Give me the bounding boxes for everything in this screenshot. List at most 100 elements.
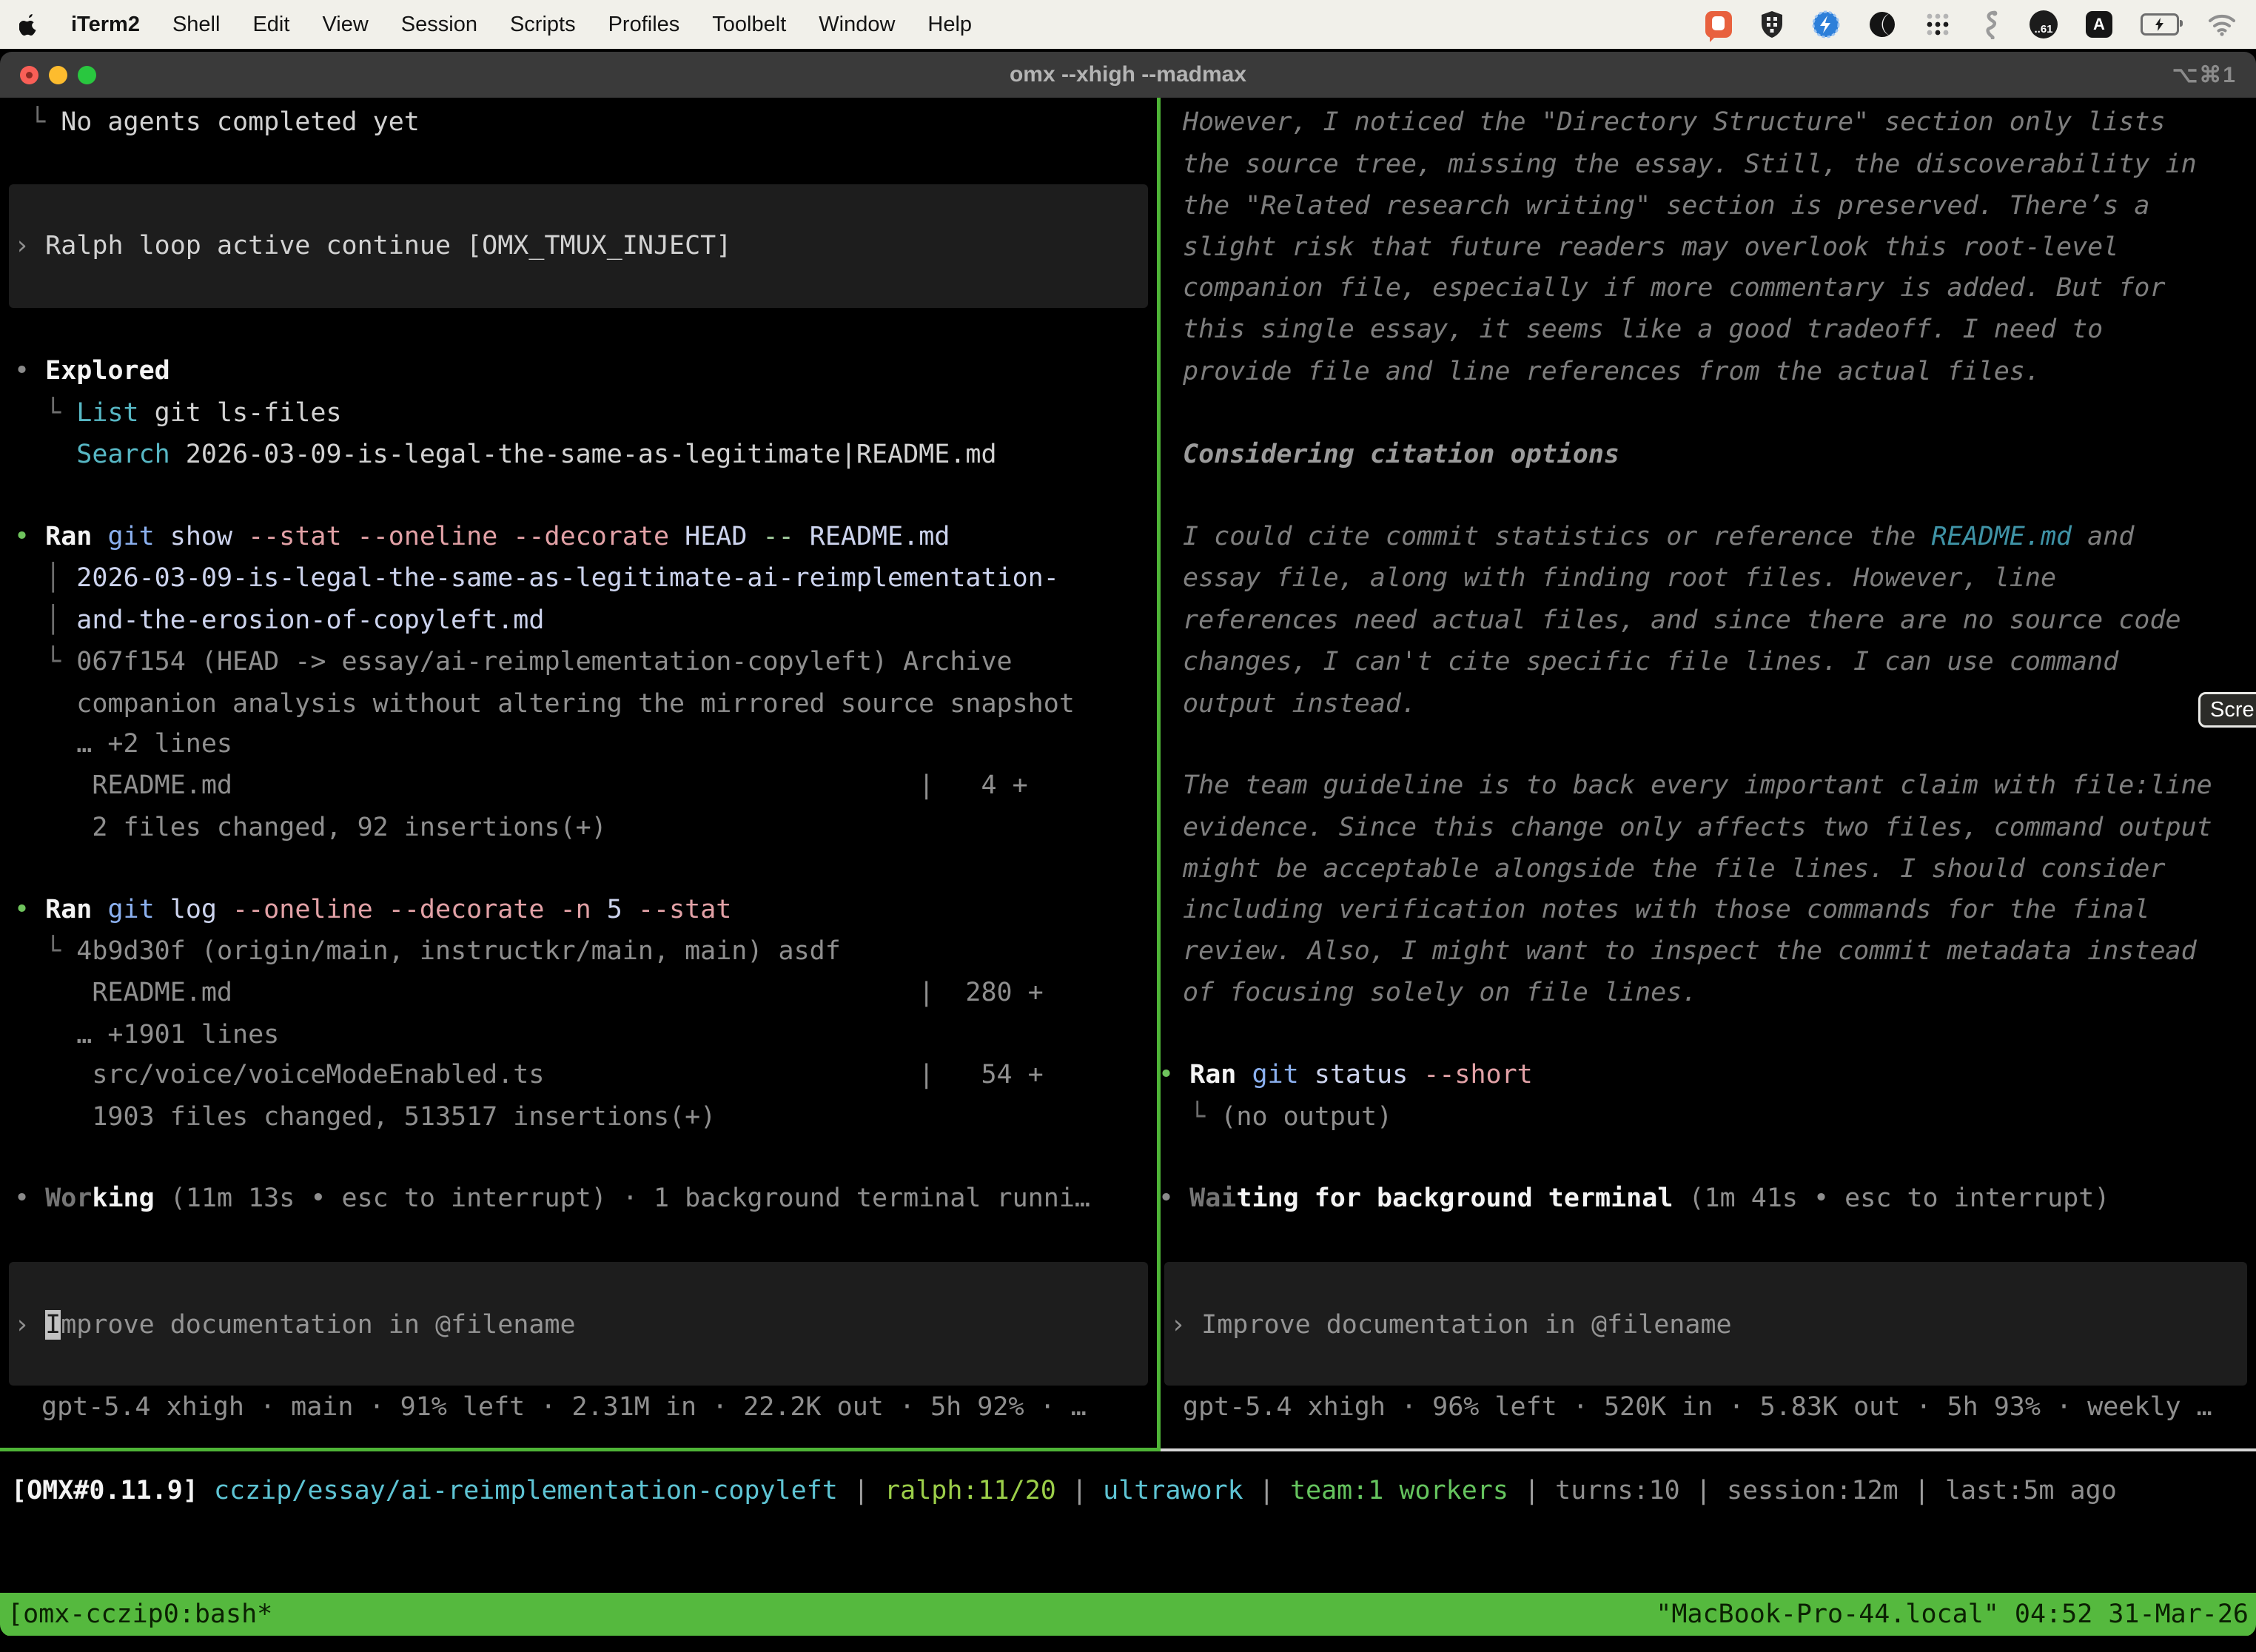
tmux-hborder-left bbox=[0, 1448, 1161, 1451]
terminal-text-segment: README.md bbox=[794, 522, 950, 551]
terminal-text-segment: › bbox=[1170, 1310, 1201, 1340]
tmux-host-clock: "MacBook-Pro-44.local" 04:52 31-Mar-26 bbox=[1656, 1599, 2249, 1629]
terminal-text-segment: 2026-03-09-is-legal-the-same-as-legitima… bbox=[76, 563, 1059, 593]
terminal-text-segment: | bbox=[1680, 1476, 1727, 1505]
terminal-text-segment: show bbox=[155, 522, 248, 551]
menu-item-edit[interactable]: Edit bbox=[252, 13, 289, 37]
tmux-hborder-right bbox=[1161, 1448, 2256, 1451]
terminal-text-segment: git ls-files bbox=[139, 398, 342, 428]
chat-bubble-icon[interactable] bbox=[1705, 11, 1732, 38]
ralph-loop-line: › Ralph loop active continue [OMX_TMUX_I… bbox=[14, 225, 731, 267]
git-show-output-more: … +2 lines bbox=[14, 723, 232, 765]
right-para2-l5: output instead. bbox=[1183, 683, 1417, 725]
terminal-text-segment: Improve documentation in @filename bbox=[1201, 1310, 1731, 1340]
right-para1-l5: companion file, especially if more comme… bbox=[1183, 267, 2166, 309]
dots-grid-icon[interactable] bbox=[1924, 11, 1951, 38]
terminal-text-segment: 5 bbox=[591, 895, 638, 924]
terminal-text-segment: --decorate bbox=[513, 522, 669, 551]
terminal-text-segment bbox=[544, 895, 560, 924]
terminal-text-segment: provide file and line references from th… bbox=[1183, 357, 2041, 386]
terminal-text-segment: --stat bbox=[248, 522, 341, 551]
terminal-text-segment: ting for background terminal bbox=[1236, 1183, 1673, 1213]
terminal-text-segment: └ bbox=[14, 936, 76, 966]
terminal-text-segment: changes, I can't cite specific file line… bbox=[1183, 647, 2118, 676]
menu-app-name[interactable]: iTerm2 bbox=[71, 13, 140, 37]
terminal-text-segment: output instead. bbox=[1183, 689, 1417, 719]
terminal-text-segment: git bbox=[107, 895, 154, 924]
crescent-circle-icon[interactable] bbox=[1868, 10, 1896, 38]
tmux-session-window[interactable]: [omx-cczip0:bash* bbox=[7, 1599, 272, 1629]
terminal-text-segment: Search bbox=[76, 440, 169, 469]
session-status-left: gpt-5.4 xhigh · main · 91% left · 2.31M … bbox=[41, 1386, 1087, 1428]
terminal-text-segment: log bbox=[155, 895, 232, 924]
right-para1-l6: this single essay, it seems like a good … bbox=[1183, 309, 2103, 351]
terminal-text-segment bbox=[92, 895, 107, 924]
terminal-text-segment: HEAD bbox=[669, 522, 762, 551]
terminal-text-segment: slight risk that future readers may over… bbox=[1183, 232, 2118, 262]
apple-menu-icon[interactable] bbox=[19, 12, 41, 37]
right-para3-l1: The team guideline is to back every impo… bbox=[1183, 765, 2212, 807]
prompt-input-right-text[interactable]: › Improve documentation in @filename bbox=[1170, 1304, 1732, 1346]
terminal-text-segment: README.md | 280 + bbox=[14, 978, 1044, 1007]
terminal-text-segment: 2 files changed, 92 insertions(+) bbox=[14, 813, 607, 842]
terminal-text-segment: Ran bbox=[1189, 1060, 1236, 1089]
shield-grid-icon[interactable] bbox=[1760, 10, 1784, 38]
terminal-text-segment: -n bbox=[560, 895, 591, 924]
terminal-text-segment bbox=[497, 522, 513, 551]
terminal-text-segment: | bbox=[1508, 1476, 1555, 1505]
terminal-text-segment bbox=[198, 1476, 214, 1505]
terminal-text-segment: evidence. Since this change only affects… bbox=[1183, 813, 2212, 842]
wifi-icon[interactable] bbox=[2207, 13, 2237, 36]
right-para3-l6: of focusing solely on file lines. bbox=[1183, 972, 1697, 1014]
git-log-output-commit: └ 4b9d30f (origin/main, instructkr/main,… bbox=[14, 930, 841, 973]
battery-charging-icon[interactable] bbox=[2141, 13, 2179, 36]
terminal-text-segment: companion analysis without altering the … bbox=[14, 689, 1075, 719]
terminal-text-segment: status bbox=[1299, 1060, 1424, 1089]
terminal-text-segment: [OMX#0.11.9] bbox=[11, 1476, 198, 1505]
terminal-text-segment bbox=[1236, 1060, 1252, 1089]
terminal-text-segment: --oneline bbox=[357, 522, 498, 551]
terminal-text-segment: | bbox=[1243, 1476, 1290, 1505]
menu-item-scripts[interactable]: Scripts bbox=[510, 13, 576, 37]
terminal-text-segment: 4b9d30f (origin/main, instructkr/main, m… bbox=[76, 936, 841, 966]
terminal-text-segment bbox=[373, 895, 389, 924]
terminal-text-segment: git bbox=[107, 522, 154, 551]
terminal-text-segment: └ bbox=[14, 107, 61, 137]
terminal-text-segment: • bbox=[14, 1183, 45, 1213]
agents-completed-note: └ No agents completed yet bbox=[14, 101, 420, 144]
terminal-text-segment bbox=[342, 522, 357, 551]
menu-item-view[interactable]: View bbox=[322, 13, 368, 37]
dragon-icon[interactable] bbox=[1979, 10, 2001, 39]
right-para1-l1: However, I noticed the "Directory Struct… bbox=[1183, 101, 2166, 144]
prompt-input-left-text[interactable]: › Improve documentation in @filename bbox=[14, 1304, 576, 1346]
terminal-text-segment: session:12m bbox=[1727, 1476, 1899, 1505]
terminal-text-segment: (1m 41s • esc to interrupt) bbox=[1673, 1183, 2109, 1213]
terminal-text-segment: README.md | 4 + bbox=[14, 770, 1028, 800]
terminal-text-segment: Ran bbox=[45, 522, 92, 551]
screen-overlay-label: Scre bbox=[2210, 698, 2255, 722]
menu-item-session[interactable]: Session bbox=[401, 13, 477, 37]
letter-a-icon[interactable]: A bbox=[2086, 11, 2112, 38]
menu-item-help[interactable]: Help bbox=[927, 13, 972, 37]
menu-item-window[interactable]: Window bbox=[819, 13, 895, 37]
terminal-text-segment: │ bbox=[14, 605, 76, 635]
terminal-text-segment: List bbox=[76, 398, 138, 428]
screen-overlay-chip[interactable]: Scre bbox=[2198, 692, 2256, 728]
terminal-text-segment: Explored bbox=[45, 356, 170, 386]
menu-item-shell[interactable]: Shell bbox=[172, 13, 221, 37]
terminal-text-segment: └ bbox=[14, 398, 76, 428]
terminal-text-segment: | bbox=[1899, 1476, 1945, 1505]
window-title: omx --xhigh --madmax bbox=[0, 62, 2256, 87]
terminal-text-segment: including verification notes with those … bbox=[1183, 895, 2149, 924]
terminal-text-segment: --short bbox=[1423, 1060, 1533, 1089]
badge-61-icon[interactable]: ..61 bbox=[2030, 10, 2058, 38]
terminal-area: └ No agents completed yet › Ralph loop ac… bbox=[0, 98, 2256, 1593]
terminal-text-segment: gpt-5.4 xhigh · main · 91% left · 2.31M … bbox=[41, 1392, 1087, 1422]
menu-item-profiles[interactable]: Profiles bbox=[608, 13, 680, 37]
bolt-badge-icon[interactable] bbox=[1812, 10, 1840, 38]
terminal-text-segment: last:5m ago bbox=[1945, 1476, 2117, 1505]
tmux-pane-divider[interactable] bbox=[1157, 98, 1161, 1451]
terminal-text-segment: gpt-5.4 xhigh · 96% left · 520K in · 5.8… bbox=[1183, 1392, 2212, 1422]
omx-status-line: [OMX#0.11.9] cczip/essay/ai-reimplementa… bbox=[11, 1470, 2117, 1512]
menu-item-toolbelt[interactable]: Toolbelt bbox=[712, 13, 786, 37]
